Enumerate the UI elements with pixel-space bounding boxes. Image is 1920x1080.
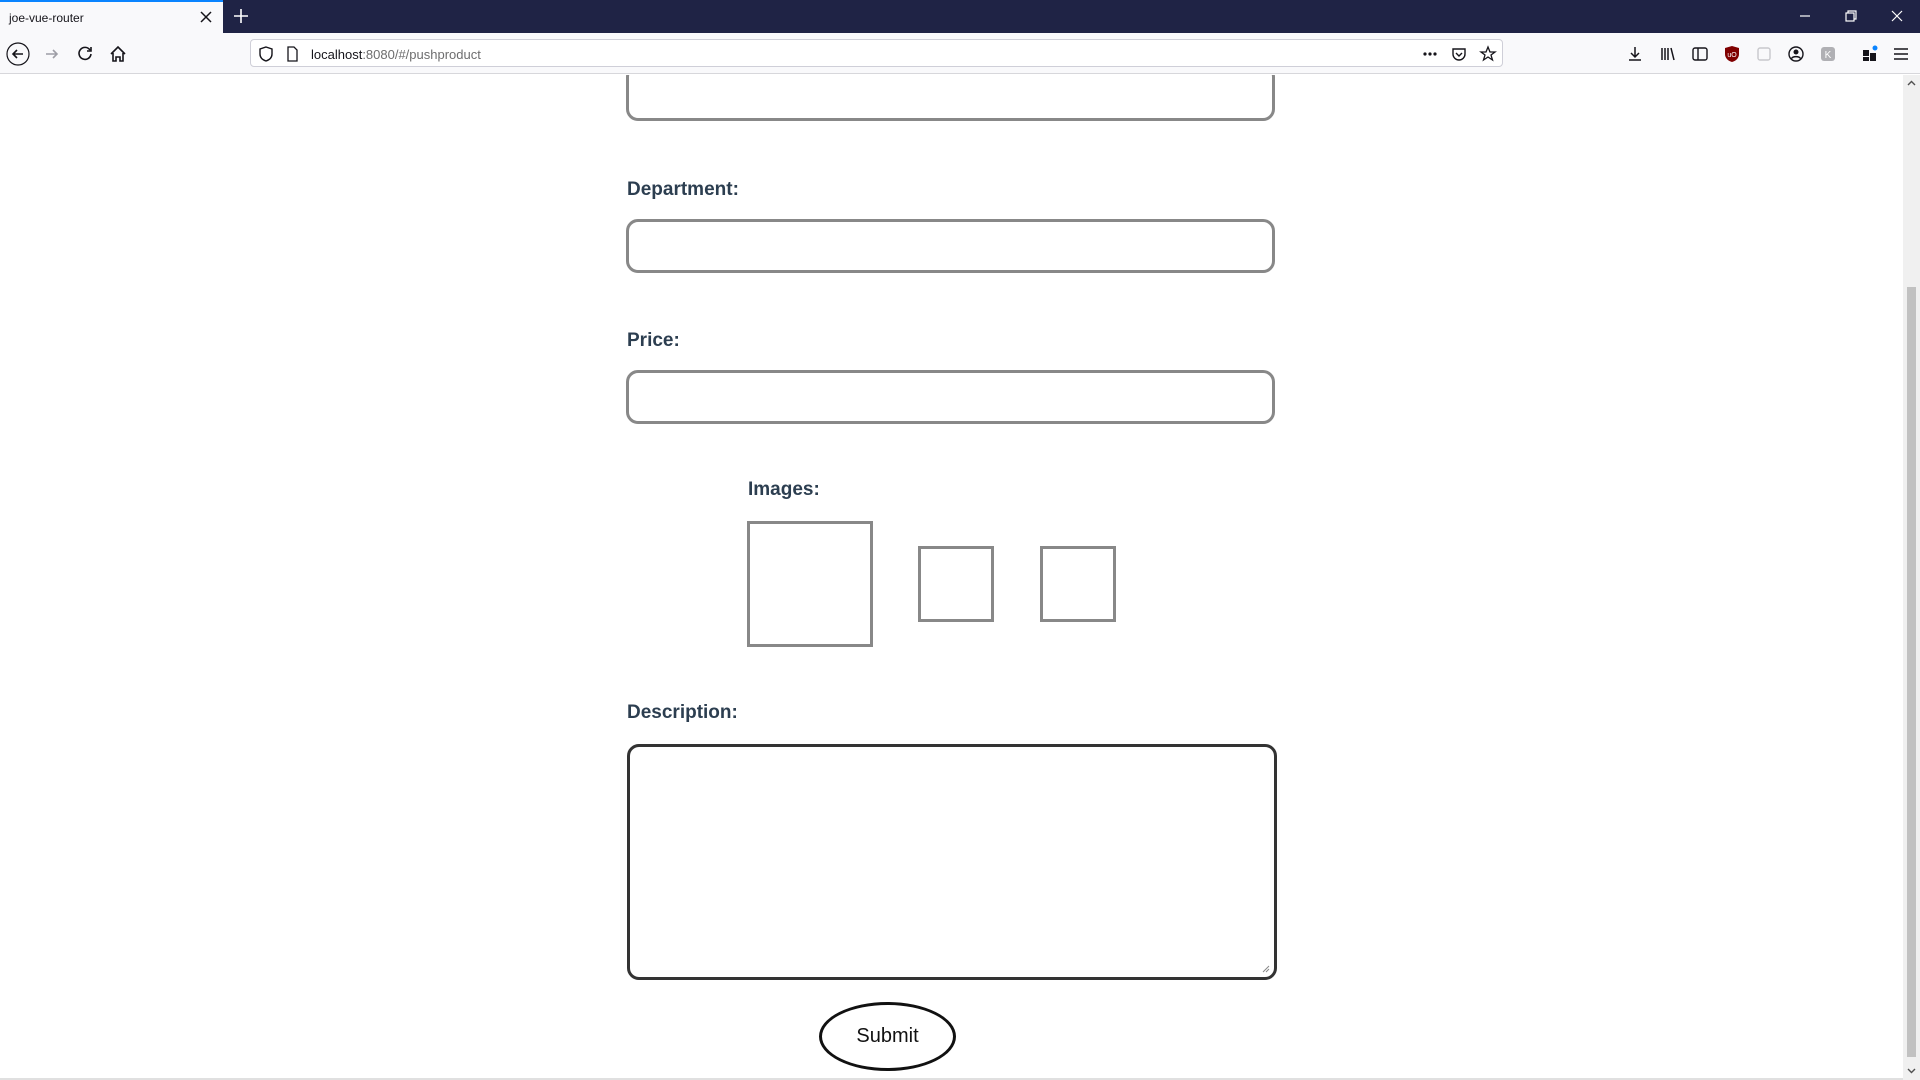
url-bar[interactable]: localhost:8080/#/pushproduct	[250, 39, 1503, 67]
url-text[interactable]: localhost:8080/#/pushproduct	[311, 47, 481, 62]
extension-k-icon[interactable]: K	[1818, 44, 1838, 64]
pocket-icon[interactable]	[1450, 45, 1468, 63]
page-actions-icon[interactable]	[1421, 45, 1439, 63]
scroll-down-icon[interactable]	[1906, 1065, 1917, 1076]
extensions-puzzle-icon[interactable]	[1860, 44, 1880, 64]
svg-text:uO: uO	[1727, 52, 1737, 59]
restore-icon[interactable]	[1840, 6, 1862, 26]
browser-titlebar: joe-vue-router	[0, 0, 1920, 33]
product-name-input[interactable]	[626, 75, 1275, 121]
menu-hamburger-icon[interactable]	[1891, 44, 1911, 64]
browser-tab[interactable]: joe-vue-router	[0, 0, 223, 33]
forward-icon[interactable]	[40, 42, 64, 66]
page-info-icon[interactable]	[283, 45, 301, 63]
bookmark-star-icon[interactable]	[1479, 45, 1497, 63]
library-icon[interactable]	[1658, 44, 1678, 64]
description-textarea[interactable]	[627, 744, 1277, 980]
tab-title: joe-vue-router	[9, 11, 84, 25]
image-upload-slot-2[interactable]	[918, 546, 994, 622]
new-tab-icon[interactable]	[232, 7, 250, 25]
images-label: Images:	[748, 479, 820, 500]
tracking-shield-icon[interactable]	[257, 45, 275, 63]
reload-icon[interactable]	[73, 42, 97, 66]
url-host: localhost	[311, 47, 363, 62]
description-label: Description:	[627, 702, 738, 723]
price-label: Price:	[627, 330, 680, 351]
vertical-scrollbar[interactable]	[1903, 75, 1920, 1080]
scroll-up-icon[interactable]	[1906, 78, 1917, 89]
minimize-icon[interactable]	[1794, 6, 1816, 26]
home-icon[interactable]	[106, 42, 130, 66]
downloads-icon[interactable]	[1625, 44, 1645, 64]
submit-button[interactable]: Submit	[819, 1002, 956, 1071]
image-upload-slot-main[interactable]	[747, 521, 873, 647]
department-label: Department:	[627, 179, 739, 200]
ublock-extension-icon[interactable]: uO	[1722, 44, 1742, 64]
resize-grip-icon[interactable]	[1260, 963, 1270, 973]
scrollbar-thumb[interactable]	[1907, 287, 1916, 1057]
extension-icon[interactable]	[1754, 44, 1774, 64]
close-tab-icon[interactable]	[198, 9, 214, 25]
close-window-icon[interactable]	[1886, 6, 1908, 26]
account-icon[interactable]	[1786, 44, 1806, 64]
url-path: :8080/#/pushproduct	[362, 47, 481, 62]
sidebar-icon[interactable]	[1690, 44, 1710, 64]
page-viewport: Department: Price: Images: Description: …	[0, 75, 1903, 1080]
back-icon[interactable]	[6, 42, 30, 66]
svg-text:K: K	[1825, 50, 1832, 61]
price-input[interactable]	[626, 370, 1275, 424]
department-input[interactable]	[626, 219, 1275, 273]
image-upload-slot-3[interactable]	[1040, 546, 1116, 622]
browser-navbar: localhost:8080/#/pushproduct uO K	[0, 33, 1920, 74]
